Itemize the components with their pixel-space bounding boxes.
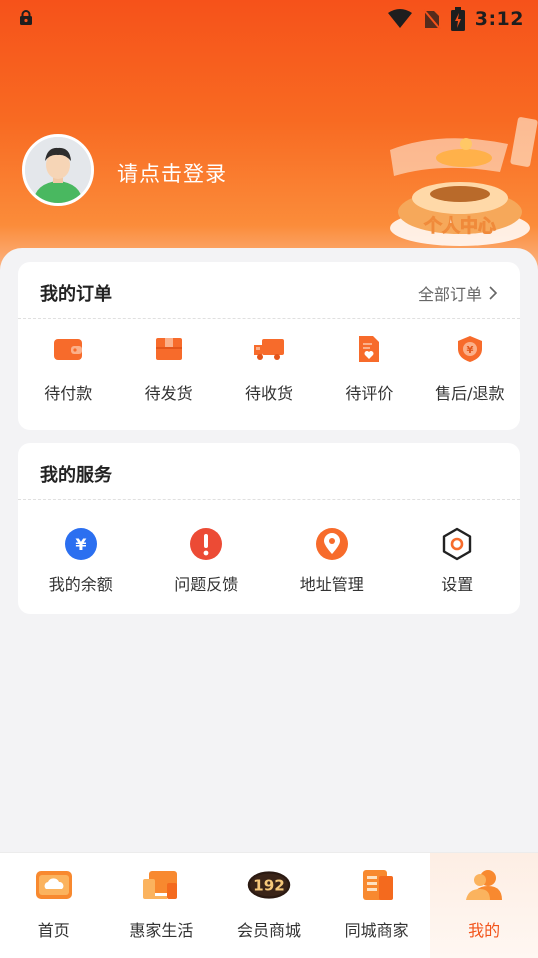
truck-icon — [254, 339, 285, 360]
order-pending-payment[interactable]: 待付款 — [18, 332, 118, 404]
nav-label: 我的 — [468, 921, 501, 940]
user-icon — [466, 870, 503, 900]
refund-shield-icon: ¥ — [457, 336, 482, 362]
order-item-label: 售后/退款 — [435, 384, 505, 403]
location-pin-icon — [315, 528, 348, 560]
order-item-label: 待付款 — [44, 384, 93, 403]
order-pending-receipt[interactable]: 待收货 — [219, 332, 319, 404]
nav-local-merchants[interactable]: 同城商家 — [323, 853, 431, 958]
status-time: 3:12 — [474, 8, 524, 30]
orders-card: 我的订单 全部订单 待付款 待发货 待收货 待评价 ¥ 售后/退款 — [18, 262, 520, 430]
wallet-icon — [54, 339, 83, 360]
wifi-icon — [387, 9, 412, 28]
avatar[interactable] — [22, 134, 94, 206]
nav-label: 惠家生活 — [129, 921, 194, 940]
svg-text:¥: ¥ — [75, 535, 86, 554]
member-192-badge: 192 — [247, 871, 291, 899]
personal-center-decor: 个人中心 — [390, 117, 538, 246]
service-item-label: 我的余额 — [48, 575, 113, 594]
nav-life[interactable]: 惠家生活 — [108, 853, 216, 958]
nav-home[interactable]: 首页 — [0, 853, 108, 958]
user-avatar-icon — [25, 137, 91, 203]
service-settings[interactable]: 设置 — [395, 527, 521, 595]
service-item-label: 设置 — [441, 575, 474, 594]
service-address[interactable]: 地址管理 — [269, 527, 395, 595]
yuan-icon: ¥ — [64, 528, 97, 560]
battery-charging-icon — [450, 7, 465, 31]
services-title: 我的服务 — [40, 465, 112, 486]
chevron-right-icon — [489, 286, 498, 300]
all-orders-label: 全部订单 — [417, 285, 482, 304]
nav-label: 同城商家 — [344, 921, 409, 940]
box-icon — [155, 338, 182, 360]
status-bar: 3:12 — [0, 0, 538, 38]
orders-title: 我的订单 — [40, 284, 112, 305]
review-doc-icon — [359, 336, 380, 362]
exclamation-icon — [190, 528, 223, 560]
nav-label: 首页 — [37, 921, 70, 940]
service-item-label: 问题反馈 — [174, 575, 239, 594]
all-orders-link[interactable]: 全部订单 — [418, 281, 498, 305]
nav-member-mall[interactable]: 192 会员商城 — [215, 853, 323, 958]
order-item-label: 待收货 — [245, 384, 294, 403]
no-sim-icon — [422, 9, 441, 30]
service-balance[interactable]: ¥ 我的余额 — [18, 527, 144, 595]
order-item-label: 待评价 — [345, 384, 394, 403]
svg-text:¥: ¥ — [466, 345, 473, 356]
settings-hexagon-icon — [443, 527, 472, 561]
lock-icon — [20, 10, 32, 25]
service-feedback[interactable]: 问题反馈 — [144, 527, 270, 595]
order-item-label: 待发货 — [144, 384, 193, 403]
services-card: 我的服务 ¥ 我的余额 问题反馈 地址管理 设置 — [18, 443, 520, 614]
order-pending-shipment[interactable]: 待发货 — [118, 332, 218, 404]
devices-icon — [143, 871, 178, 899]
service-item-label: 地址管理 — [299, 575, 364, 594]
order-after-sales[interactable]: ¥ 售后/退款 — [420, 332, 520, 404]
order-pending-review[interactable]: 待评价 — [319, 332, 419, 404]
bottom-nav: 首页 惠家生活 192 会员商城 同城商家 我的 — [0, 852, 538, 958]
nav-mine[interactable]: 我的 — [430, 853, 538, 958]
login-prompt[interactable]: 请点击登录 — [117, 158, 227, 188]
divider — [18, 318, 520, 319]
nav-label: 会员商城 — [236, 921, 301, 940]
decor-text: 个人中心 — [423, 215, 496, 237]
divider — [18, 499, 520, 500]
member-badge-text: 192 — [253, 876, 285, 894]
home-cloud-icon — [35, 871, 72, 899]
store-doc-icon — [362, 870, 393, 900]
